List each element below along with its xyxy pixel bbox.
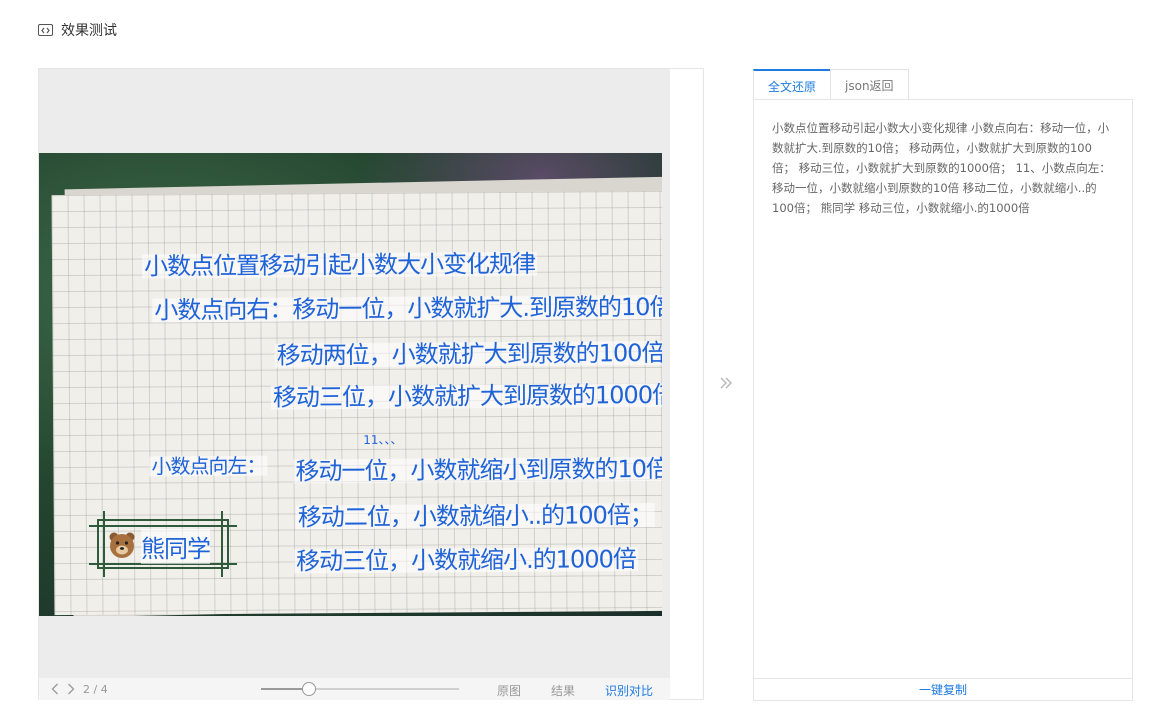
view-compare-button[interactable]: 识别对比 bbox=[605, 682, 653, 699]
view-result-button[interactable]: 结果 bbox=[551, 682, 575, 699]
ocr-line: 移动三位，小数就扩大到原数的1000倍； bbox=[270, 381, 662, 412]
image-viewer[interactable]: 小数点位置移动引起小数大小变化规律 小数点向右：移动一位，小数就扩大.到原数的1… bbox=[39, 69, 670, 678]
ocr-line: 小数点位置移动引起小数大小变化规律 bbox=[141, 249, 538, 281]
bear-icon bbox=[109, 532, 135, 558]
ocr-line: 小数点向右：移动一位，小数就扩大.到原数的10倍； bbox=[152, 293, 662, 324]
result-panel: 小数点位置移动引起小数大小变化规律 小数点向右：移动一位，小数就扩大.到原数的1… bbox=[753, 99, 1133, 701]
logo-stamp: 熊同学 bbox=[89, 511, 237, 577]
preview-panel: 小数点位置移动引起小数大小变化规律 小数点向右：移动一位，小数就扩大.到原数的1… bbox=[38, 68, 704, 700]
tab-json[interactable]: json返回 bbox=[830, 69, 909, 100]
zoom-slider[interactable] bbox=[261, 682, 459, 696]
chevron-right-icon[interactable] bbox=[63, 681, 79, 697]
double-chevron-right-icon bbox=[719, 374, 733, 395]
stamp-label: 熊同学 bbox=[141, 529, 211, 564]
page-header: 效果测试 bbox=[38, 20, 117, 40]
document-photo: 小数点位置移动引起小数大小变化规律 小数点向右：移动一位，小数就扩大.到原数的1… bbox=[39, 153, 662, 616]
chevron-left-icon[interactable] bbox=[47, 681, 63, 697]
page-title: 效果测试 bbox=[61, 23, 117, 39]
ocr-line: 11、、、 bbox=[363, 432, 403, 447]
tab-full-text[interactable]: 全文还原 bbox=[753, 69, 832, 101]
ocr-line: 移动二位，小数就缩小..的100倍； bbox=[295, 500, 655, 532]
ocr-line: 移动两位，小数就扩大到原数的100倍； bbox=[274, 339, 662, 370]
ocr-line: 小数点向左： bbox=[149, 453, 268, 479]
ocr-line: 移动一位，小数就缩小到原数的10倍 bbox=[293, 455, 662, 485]
viewer-toolbar: 2 / 4 原图 结果 识别对比 bbox=[39, 678, 670, 700]
code-icon bbox=[38, 24, 53, 36]
copy-bar: 一键复制 bbox=[754, 678, 1132, 700]
pager: 2 / 4 bbox=[47, 681, 108, 697]
page-indicator: 2 / 4 bbox=[83, 682, 108, 696]
result-tabs: 全文还原 json返回 bbox=[753, 69, 909, 101]
view-original-button[interactable]: 原图 bbox=[497, 682, 521, 699]
copy-button[interactable]: 一键复制 bbox=[919, 681, 967, 698]
slider-handle[interactable] bbox=[301, 682, 316, 696]
ocr-line: 移动三位，小数就缩小.的1000倍 bbox=[294, 545, 638, 576]
result-text: 小数点位置移动引起小数大小变化规律 小数点向右：移动一位，小数就扩大.到原数的1… bbox=[772, 121, 1111, 215]
